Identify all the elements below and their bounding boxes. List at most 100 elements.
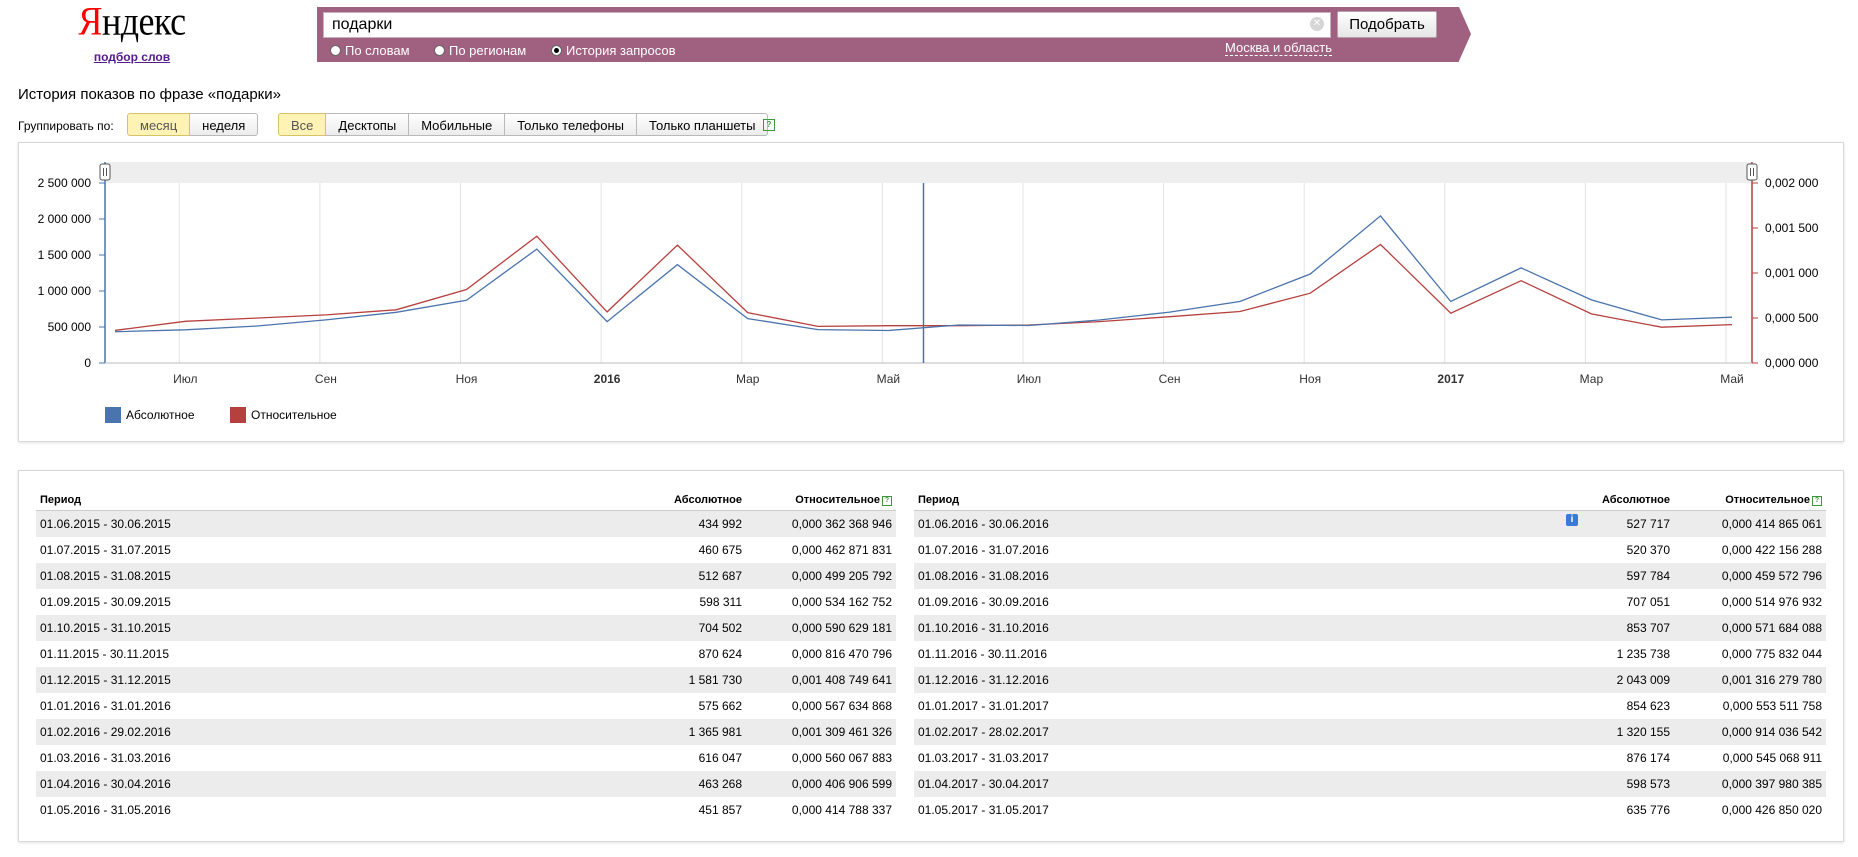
table-row: 01.03.2016 - 31.03.2016 616 047 0,000 560 … [36,745,896,771]
cell-period: 01.04.2016 - 30.04.2016 [36,771,596,797]
y-left-tick-label: 0 [84,356,91,370]
cell-relative: 0,000 571 684 088 [1674,615,1826,641]
x-tick-label: Сен [315,372,337,386]
legend-relative-swatch [230,407,246,423]
y-left-tick-label: 500 000 [48,320,92,334]
legend-absolute[interactable]: Абсолютное [105,407,195,423]
table-row: 01.02.2016 - 29.02.2016 1 365 981 0,001 30… [36,719,896,745]
cell-relative: 0,000 534 162 752 [791,595,892,609]
cell-relative: 0,000 397 980 385 [1674,771,1826,797]
cell-relative: 0,000 914 036 542 [1674,719,1826,745]
table-row: 01.06.2016 - 30.06.2016 527 717 0,000 414 … [914,510,1826,537]
table-row: 01.10.2016 - 31.10.2016 853 707 0,000 571 … [914,615,1826,641]
cell-period: 01.05.2017 - 31.05.2017 [918,803,1049,817]
cell-relative: 0,000 362 368 946 [746,510,896,537]
table-row: 01.01.2017 - 31.01.2017 854 623 0,000 553 … [914,693,1826,719]
cell-relative: 0,000 459 572 796 [1674,563,1826,589]
y-left-tick-label: 2 500 000 [38,176,92,190]
cell-relative: 0,000 816 470 796 [791,647,892,661]
cell-absolute: 520 370 [1626,543,1670,557]
cell-period: 01.09.2015 - 30.09.2015 [40,595,171,609]
cell-relative: 0,000 590 629 181 [746,615,896,641]
help-icon[interactable]: ? [1812,496,1822,506]
table-row: 01.01.2016 - 31.01.2016 575 662 0,000 567 … [36,693,896,719]
y-right-tick-label: 0,002 000 [1765,176,1819,190]
cell-absolute: 876 174 [1626,751,1670,765]
cell-absolute: 707 051 [1626,595,1670,609]
header-absolute: Абсолютное [1574,490,1674,511]
y-left-tick-label: 1 000 000 [38,284,92,298]
header-period: Период [36,490,596,511]
table-header-row: Период Абсолютное Относительное? [914,490,1826,511]
cell-absolute: 870 624 [698,647,742,661]
cell-period: 01.01.2017 - 31.01.2017 [918,699,1049,713]
help-icon[interactable]: ? [882,496,892,506]
cell-relative: 0,000 414 865 061 [1674,510,1826,537]
cell-period: 01.10.2015 - 31.10.2015 [36,615,596,641]
cell-period: 01.12.2016 - 31.12.2016 [914,667,1574,693]
table-row: 01.12.2016 - 31.12.2016 2 043 009 0,001 31… [914,667,1826,693]
header-absolute: Абсолютное [596,490,746,511]
table-row: 01.03.2017 - 31.03.2017 876 174 0,000 545 … [914,745,1826,771]
table-row: 01.08.2015 - 31.08.2015 512 687 0,000 499 … [36,563,896,589]
history-chart: 0 500 000 1 000 000 1 500 000 2 000 000 2 500… [38,162,1819,386]
x-tick-label: Июл [1017,372,1041,386]
cell-period: 01.06.2015 - 30.06.2015 [36,510,596,537]
history-table-right: Период Абсолютное Относительное? 01.06.2… [914,490,1826,823]
table-row: 01.05.2017 - 31.05.2017 635 776 0,000 426 … [914,797,1826,823]
table-row: 01.06.2015 - 30.06.2015 434 992 0,000 362 … [36,510,896,537]
header-relative: Относительное? [1674,490,1826,511]
cell-period: 01.04.2017 - 30.04.2017 [914,771,1574,797]
table-row: 01.08.2016 - 31.08.2016 597 784 0,000 459 … [914,563,1826,589]
cell-relative: 0,000 422 156 288 [1721,543,1822,557]
table-row: 01.04.2017 - 30.04.2017 598 573 0,000 397 … [914,771,1826,797]
cell-absolute: 704 502 [596,615,746,641]
x-tick-label: Мар [1580,372,1604,386]
cell-absolute: 1 235 738 [1616,647,1670,661]
cell-period: 01.09.2016 - 30.09.2016 [918,595,1049,609]
table-row: 01.07.2015 - 31.07.2015 460 675 0,000 462 … [36,537,896,563]
cell-absolute: 512 687 [596,563,746,589]
y-right-tick-label: 0,001 000 [1765,266,1819,280]
cell-absolute: 598 311 [699,595,743,609]
cell-absolute: 460 675 [698,543,742,557]
y-left-tick-label: 2 000 000 [38,212,92,226]
cell-period: 01.11.2015 - 30.11.2015 [40,647,169,661]
legend-relative[interactable]: Относительное [230,407,337,423]
cell-absolute: 598 573 [1574,771,1674,797]
cell-absolute: 1 320 155 [1574,719,1674,745]
table-row: 01.07.2016 - 31.07.2016 520 370 0,000 422 … [914,537,1826,563]
table-header-row: Период Абсолютное Относительное? [36,490,896,511]
header-relative: Относительное? [746,490,896,511]
cell-absolute: 597 784 [1574,563,1674,589]
x-tick-label: Ноя [1299,372,1321,386]
cell-period: 01.03.2016 - 31.03.2016 [40,751,171,765]
info-icon[interactable]: i [1566,514,1578,526]
cell-relative: 0,000 414 788 337 [791,803,892,817]
x-tick-label: Май [1720,372,1744,386]
table-row: 01.09.2016 - 30.09.2016 707 051 0,000 514 … [914,589,1826,615]
cell-absolute: 575 662 [698,699,742,713]
cell-relative: 0,000 406 906 599 [746,771,896,797]
cell-relative: 0,000 560 067 883 [791,751,892,765]
cell-absolute: 616 047 [698,751,742,765]
y-right-tick-label: 0,001 500 [1765,221,1819,235]
x-tick-label: 2017 [1437,372,1464,386]
cell-absolute: 2 043 009 [1574,667,1674,693]
table-row: 01.02.2017 - 28.02.2017 1 320 155 0,000 91… [914,719,1826,745]
y-left-tick-label: 1 500 000 [38,248,92,262]
x-tick-label: Сен [1159,372,1181,386]
cell-relative: 0,001 316 279 780 [1674,667,1826,693]
table-row: 01.11.2016 - 30.11.2016 1 235 738 0,000 77… [914,641,1826,667]
cell-period: 01.02.2016 - 29.02.2016 [36,719,596,745]
cell-period: 01.03.2017 - 31.03.2017 [918,751,1049,765]
cell-period: 01.10.2016 - 31.10.2016 [914,615,1574,641]
history-table-left: Период Абсолютное Относительное? 01.06.2… [36,490,896,823]
cell-period: 01.06.2016 - 30.06.2016 [914,510,1574,537]
cell-absolute: 527 717 [1574,510,1674,537]
legend-absolute-swatch [105,407,121,423]
cell-relative: 0,000 775 832 044 [1721,647,1822,661]
table-row: 01.11.2015 - 30.11.2015 870 624 0,000 816 … [36,641,896,667]
cell-absolute: 1 581 730 [596,667,746,693]
y-right-tick-label: 0,000 000 [1765,356,1819,370]
